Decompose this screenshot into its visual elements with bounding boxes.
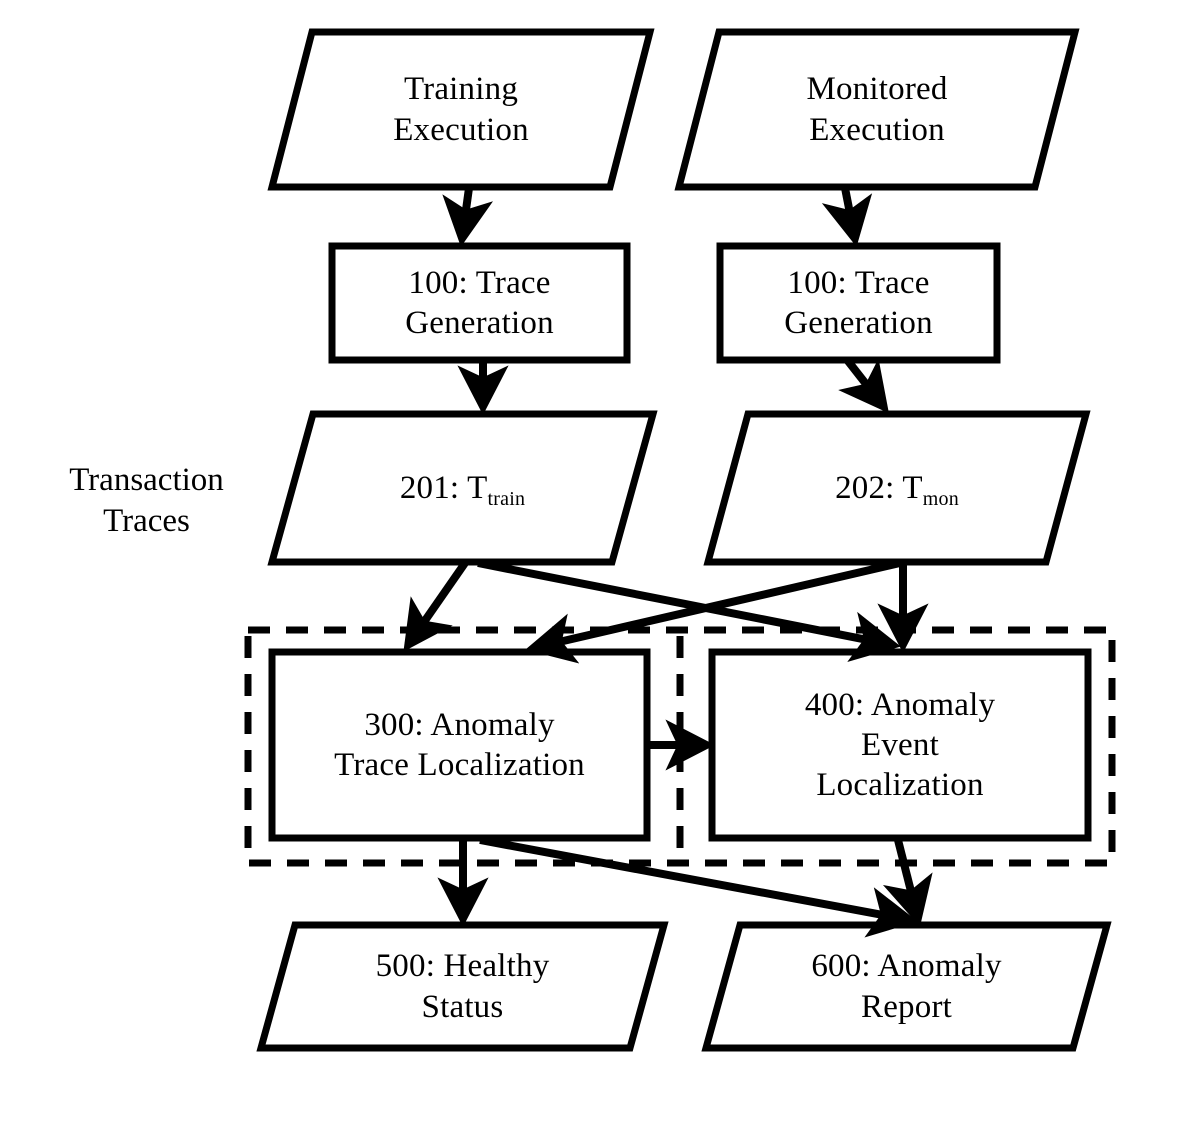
edge-300-to-report — [479, 836, 918, 938]
transaction-traces-label-line1: Transaction — [69, 462, 224, 498]
edge-monitored-to-tracegen-right — [821, 187, 873, 247]
node-t-mon-shape[interactable] — [703, 410, 1091, 566]
node-anomaly-report-shape[interactable] — [701, 921, 1112, 1052]
node-t-train-shape[interactable] — [267, 410, 658, 566]
transaction-traces-label: Transaction Traces — [24, 460, 269, 543]
node-trace-generation-right-shape[interactable] — [716, 242, 1001, 364]
node-anomaly-trace-localization-shape[interactable] — [268, 648, 651, 842]
node-healthy-status-shape[interactable] — [256, 921, 669, 1052]
edge-400-to-report — [882, 839, 933, 927]
flowchart-canvas: Transaction Traces Training Execution Mo… — [0, 0, 1179, 1129]
node-anomaly-event-localization-shape[interactable] — [708, 648, 1092, 842]
node-trace-generation-left-shape[interactable] — [328, 242, 631, 364]
edge-training-to-tracegen-left — [442, 187, 494, 247]
edge-tracegen-right-to-tmon — [838, 358, 889, 414]
flowchart-shapes-layer — [244, 28, 1116, 1052]
node-training-execution-shape[interactable] — [267, 28, 655, 191]
transaction-traces-label-line2: Traces — [103, 503, 190, 540]
node-monitored-execution-shape[interactable] — [674, 28, 1080, 191]
